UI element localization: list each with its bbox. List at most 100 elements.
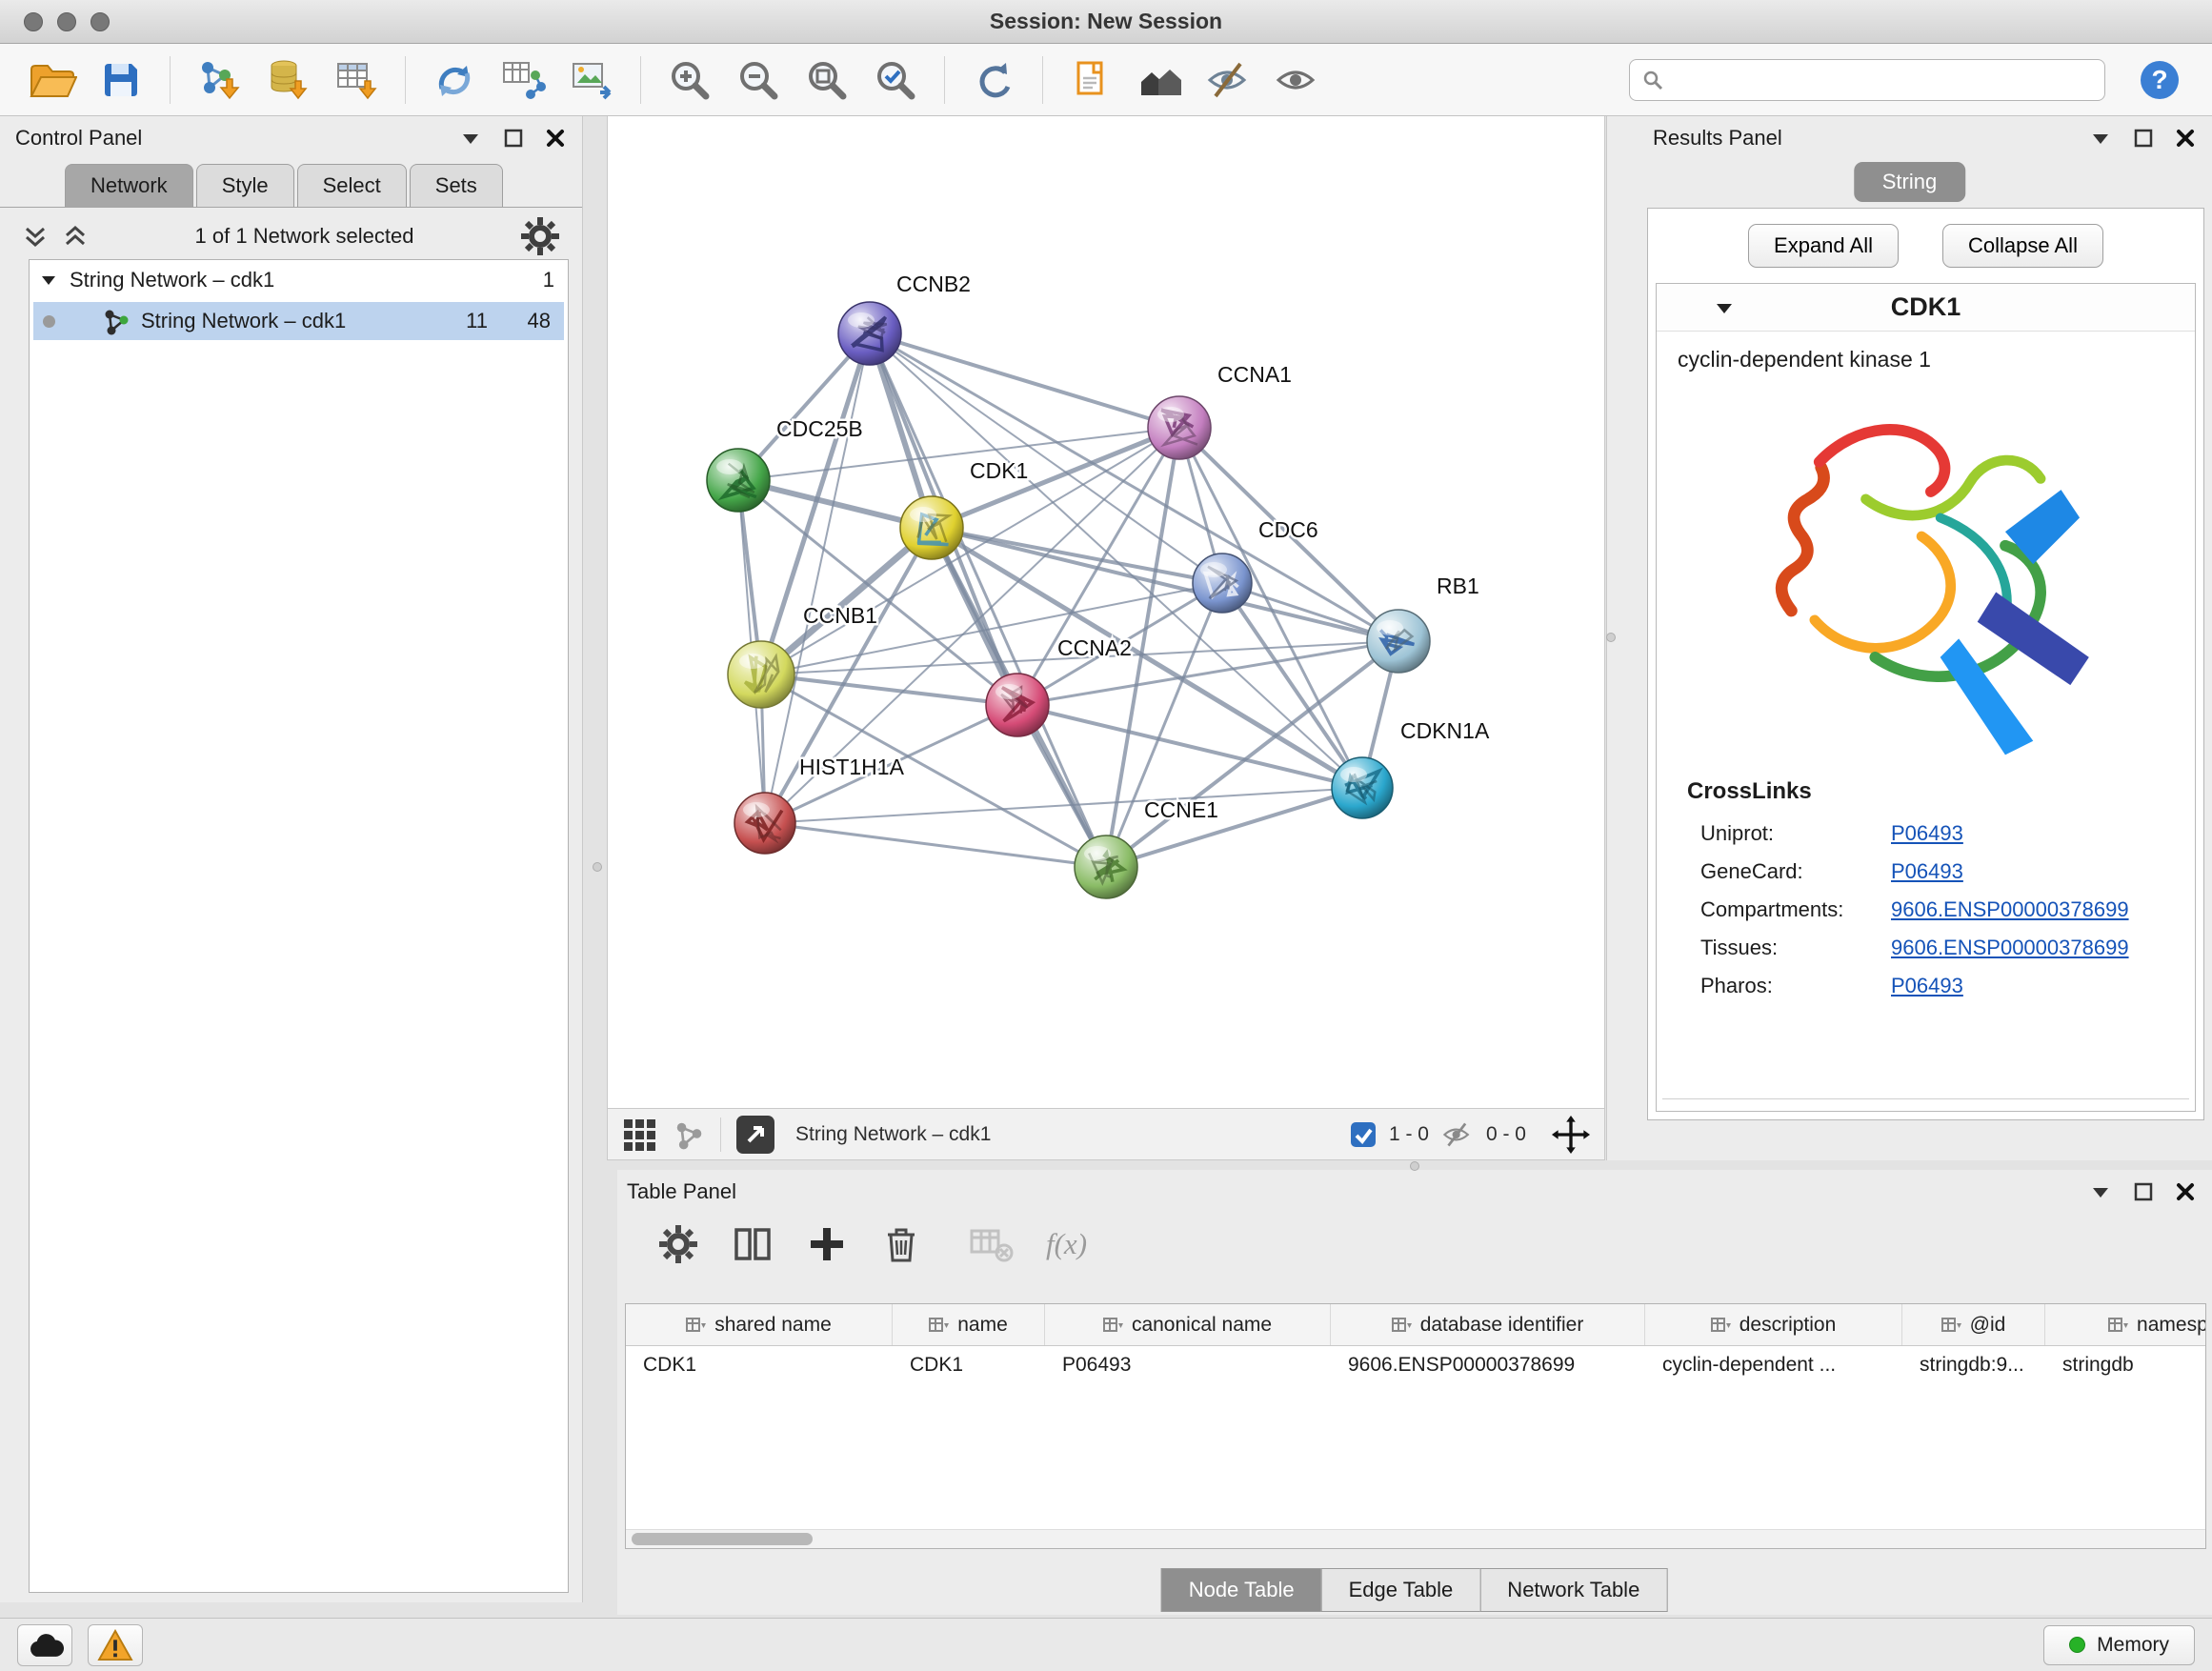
crosslink-link[interactable]: P06493: [1891, 821, 1963, 846]
panel-collapse-icon[interactable]: [458, 126, 483, 151]
tab-network[interactable]: Network: [65, 164, 193, 207]
column-header-database-identifier[interactable]: database identifier: [1331, 1304, 1645, 1345]
svg-text:?: ?: [2151, 65, 2167, 94]
crosslink-row: Uniprot:P06493: [1685, 815, 2166, 853]
network-canvas[interactable]: CCNB2CCNA1CDC25BCDK1CDC6RB1CCNB1CCNA2CDK…: [607, 116, 1605, 1108]
window-zoom-button[interactable]: [90, 12, 110, 31]
protein-section: CDK1 cyclin-dependent kinase 1 CrossLink…: [1656, 283, 2196, 1112]
collapse-all-button[interactable]: Collapse All: [1942, 224, 2103, 268]
column-header-description[interactable]: description: [1645, 1304, 1902, 1345]
zoom-selected-button[interactable]: [864, 50, 927, 110]
memory-button[interactable]: Memory: [2043, 1625, 2195, 1665]
tab-select[interactable]: Select: [297, 164, 407, 207]
panel-collapse-icon[interactable]: [2088, 1179, 2113, 1204]
collection-count: 1: [501, 268, 554, 292]
window-close-button[interactable]: [24, 12, 43, 31]
panel-float-icon[interactable]: [2132, 1180, 2155, 1203]
clipboard-icon: [1069, 57, 1115, 103]
refresh-button[interactable]: [962, 50, 1025, 110]
delete-column-icon[interactable]: [880, 1223, 922, 1265]
clone-network-button[interactable]: [423, 50, 486, 110]
add-column-icon[interactable]: [806, 1223, 848, 1265]
network-node-CCNA1[interactable]: CCNA1: [1148, 362, 1292, 459]
network-node-CCNB2[interactable]: CCNB2: [838, 272, 971, 365]
panel-float-icon[interactable]: [502, 127, 525, 150]
help-button[interactable]: ?: [2128, 50, 2191, 110]
expand-all-button[interactable]: Expand All: [1748, 224, 1899, 268]
tab-edge-table[interactable]: Edge Table: [1321, 1568, 1481, 1612]
tab-string[interactable]: String: [1854, 162, 1965, 202]
zoom-out-button[interactable]: [727, 50, 790, 110]
panel-collapse-icon[interactable]: [2088, 126, 2113, 151]
node-label-CCNB2: CCNB2: [896, 272, 971, 296]
neighbors-button[interactable]: [1129, 50, 1192, 110]
import-network-database-button[interactable]: [256, 50, 319, 110]
column-header--id[interactable]: @id: [1902, 1304, 2045, 1345]
network-node-CDC25B[interactable]: CDC25B: [707, 416, 863, 512]
zoom-in-button[interactable]: [658, 50, 721, 110]
gear-icon[interactable]: [519, 215, 561, 257]
network-node-RB1[interactable]: RB1: [1367, 574, 1479, 673]
tab-node-table[interactable]: Node Table: [1161, 1568, 1322, 1612]
show-all-button[interactable]: [1266, 50, 1329, 110]
horizontal-splitter-handle[interactable]: [1410, 1161, 1419, 1171]
global-search-input[interactable]: [1672, 69, 2093, 91]
selected-checkbox-icon[interactable]: [1349, 1120, 1377, 1149]
global-search[interactable]: [1629, 59, 2105, 101]
zoom-fit-icon: [804, 57, 850, 103]
column-header-canonical-name[interactable]: canonical name: [1045, 1304, 1331, 1345]
column-header-namespac[interactable]: namespac: [2045, 1304, 2206, 1345]
import-network-file-button[interactable]: [188, 50, 251, 110]
column-header-shared-name[interactable]: shared name: [626, 1304, 893, 1345]
status-bar: Memory: [0, 1618, 2212, 1671]
panel-float-icon[interactable]: [2132, 127, 2155, 150]
network-collection-row[interactable]: String Network – cdk1 1: [30, 260, 568, 300]
show-columns-icon[interactable]: [732, 1223, 774, 1265]
panel-close-icon[interactable]: [2174, 127, 2197, 150]
left-splitter-handle[interactable]: [593, 862, 602, 872]
table-row[interactable]: CDK1CDK1P064939606.ENSP00000378699cyclin…: [626, 1346, 2205, 1384]
right-splitter-handle[interactable]: [1606, 633, 1616, 642]
clipboard-button[interactable]: [1060, 50, 1123, 110]
network-node-CCNA2[interactable]: CCNA2: [986, 635, 1132, 736]
collapse-all-icon[interactable]: [21, 222, 50, 251]
pan-crosshair-icon[interactable]: [1551, 1115, 1591, 1155]
crosslink-link[interactable]: 9606.ENSP00000378699: [1891, 897, 2129, 922]
save-session-button[interactable]: [90, 50, 152, 110]
network-node-CCNE1[interactable]: CCNE1: [1075, 797, 1218, 898]
crosslink-link[interactable]: 9606.ENSP00000378699: [1891, 936, 2129, 960]
column-header-name[interactable]: name: [893, 1304, 1045, 1345]
cloud-button[interactable]: [17, 1624, 72, 1666]
zoom-selected-icon: [873, 57, 918, 103]
crosslink-link[interactable]: P06493: [1891, 974, 1963, 998]
tree-caret-icon[interactable]: [39, 270, 60, 291]
function-builder-icon[interactable]: f(x): [1046, 1227, 1087, 1261]
scrollbar-thumb[interactable]: [632, 1533, 813, 1545]
warnings-button[interactable]: [88, 1624, 143, 1666]
window-titlebar[interactable]: Session: New Session: [0, 0, 2212, 44]
crosslink-link[interactable]: P06493: [1891, 859, 1963, 884]
open-session-button[interactable]: [21, 50, 84, 110]
window-minimize-button[interactable]: [57, 12, 76, 31]
birdseye-grid-icon[interactable]: [621, 1117, 657, 1153]
panel-close-icon[interactable]: [544, 127, 567, 150]
tab-network-table[interactable]: Network Table: [1479, 1568, 1667, 1612]
network-from-table-button[interactable]: [492, 50, 554, 110]
import-table-button[interactable]: [325, 50, 388, 110]
clear-table-icon-disabled: [968, 1223, 1014, 1265]
tab-sets[interactable]: Sets: [410, 164, 503, 207]
table-gear-icon[interactable]: [657, 1223, 699, 1265]
tab-style[interactable]: Style: [196, 164, 294, 207]
zoom-fit-button[interactable]: [795, 50, 858, 110]
hide-selected-button[interactable]: [1197, 50, 1260, 110]
export-image-button[interactable]: [560, 50, 623, 110]
hidden-eye-icon[interactable]: [1440, 1120, 1475, 1149]
table-panel: Table Panel f(x) shared namenamecanonica…: [617, 1170, 2212, 1615]
table-horizontal-scrollbar[interactable]: [626, 1529, 2205, 1548]
export-view-icon[interactable]: [736, 1116, 774, 1154]
panel-close-icon[interactable]: [2174, 1180, 2197, 1203]
network-row[interactable]: String Network – cdk1 11 48: [33, 302, 564, 340]
network-node-CDKN1A[interactable]: CDKN1A: [1332, 718, 1490, 818]
expand-all-icon[interactable]: [61, 222, 90, 251]
network-overview-icon[interactable]: [673, 1118, 705, 1151]
